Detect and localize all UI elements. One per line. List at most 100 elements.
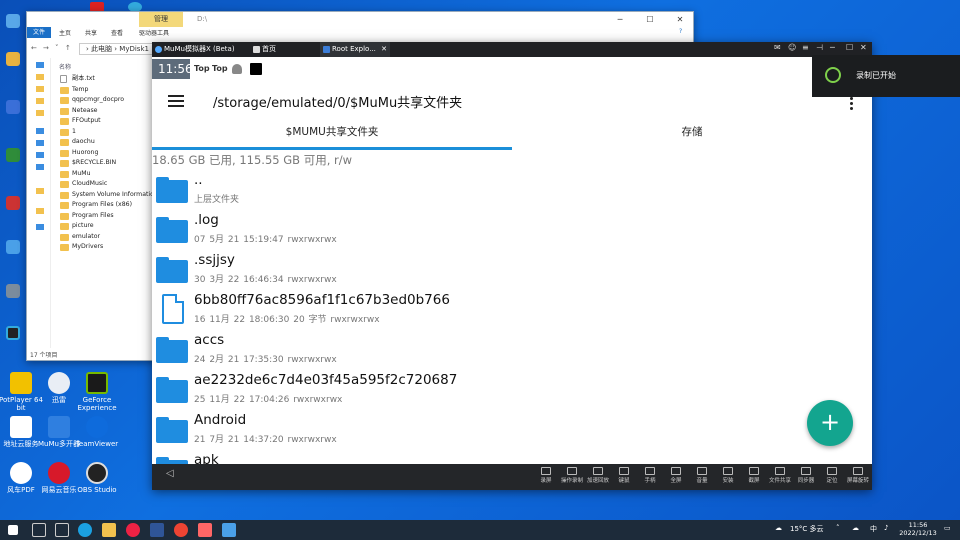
tool-install[interactable]: 安装 [715,466,741,485]
list-item[interactable]: FFOutput [59,116,158,127]
mumu-taskbar-icon[interactable] [222,523,236,537]
notification-icon[interactable]: ▭ [944,524,951,532]
network-icon[interactable] [36,224,44,230]
ribbon-tab-file[interactable]: 文件 [27,27,51,38]
weather-icon[interactable]: ☁ [775,524,782,532]
close-tab-icon[interactable]: ✕ [381,42,387,57]
task-view-icon[interactable] [55,523,69,537]
list-item[interactable]: 副本.txt [59,74,158,85]
mumu-emulator-window[interactable]: MuMu模拟器X (Beta) 首页 Root Explo... ✕ ✉ ☺ ≡… [152,42,872,490]
list-item[interactable]: ae2232de6c7d4e03f45a595f2c720687 25 11月 … [152,370,872,410]
tool-gamepad[interactable]: 手柄 [637,466,663,485]
tool-keymap[interactable]: 键鼠 [611,466,637,485]
drive-icon[interactable] [36,152,44,158]
minimize-icon[interactable]: ─ [605,12,635,27]
volume-icon[interactable]: ♪ [884,524,888,532]
forward-icon[interactable]: → [43,44,49,52]
tab-mumu-shared-folder[interactable]: $MUMU共享文件夹 [152,120,512,150]
cloud-icon[interactable]: ☁ [852,524,859,532]
list-item[interactable]: MyDrivers [59,242,158,253]
ribbon-tab-drive-tools[interactable]: 驱动器工具 [139,28,169,37]
ribbon-tab-home[interactable]: 主页 [59,28,71,37]
up-icon[interactable]: ↑ [65,44,71,52]
folder-icon[interactable] [36,74,44,80]
app-icon[interactable] [198,523,212,537]
tool-macro[interactable]: 操作录制 [559,466,585,485]
folder-icon[interactable] [6,52,20,66]
folder-icon[interactable] [36,208,44,214]
app-icon[interactable] [6,326,20,340]
app-icon[interactable] [6,240,20,254]
word-icon[interactable] [150,523,164,537]
tool-record[interactable]: 录屏 [533,466,559,485]
list-item[interactable]: System Volume Information [59,190,158,201]
weather-text[interactable]: 15°C 多云 [790,524,824,534]
list-item[interactable]: 1 [59,127,158,138]
folder-icon[interactable] [36,188,44,194]
drive-icon[interactable] [36,140,44,146]
more-options-icon[interactable] [850,97,854,112]
list-item[interactable]: CloudMusic [59,179,158,190]
this-pc-icon[interactable] [36,128,44,134]
tool-fullscreen[interactable]: 全屏 [663,466,689,485]
list-item[interactable]: $RECYCLE.BIN [59,158,158,169]
tool-location[interactable]: 定位 [819,466,845,485]
quick-access-icon[interactable] [36,62,44,68]
folder-icon[interactable] [36,110,44,116]
column-header-name[interactable]: 名称 [59,62,71,71]
list-item[interactable]: emulator [59,232,158,243]
explorer-titlebar[interactable]: 管理 D:\ ─ ☐ ✕ [27,12,693,27]
list-item[interactable]: Huorong [59,148,158,159]
chrome-icon[interactable] [126,523,140,537]
app-icon[interactable] [6,196,20,210]
minimize-icon[interactable]: ─ [830,43,835,52]
back-icon[interactable]: ◁ [166,468,174,479]
list-item[interactable]: accs 24 2月 21 17:35:30 rwxrwxrwx [152,330,872,370]
list-item[interactable]: 6bb80ff76ac8596af1f1c67b3ed0b766 16 11月 … [152,290,872,330]
pin-icon[interactable]: ⊣ [816,43,823,52]
list-item[interactable]: Netease [59,106,158,117]
menu-icon[interactable]: ≡ [802,43,809,52]
drive-icon[interactable] [36,164,44,170]
folder-icon[interactable] [36,98,44,104]
maximize-icon[interactable]: ☐ [846,43,853,52]
emulator-titlebar[interactable]: MuMu模拟器X (Beta) 首页 Root Explo... ✕ ✉ ☺ ≡… [152,42,872,57]
back-icon[interactable]: ← [31,44,37,52]
user-icon[interactable]: ☺ [788,43,796,52]
tool-volume[interactable]: 音量 [689,466,715,485]
list-item[interactable]: qqpcmgr_docpro [59,95,158,106]
system-clock[interactable]: 11:56 2022/12/13 [898,521,938,537]
list-item[interactable]: .ssjjsy 30 3月 22 16:46:34 rwxrwxrwx [152,250,872,290]
tool-replay[interactable]: 加速回放 [585,466,611,485]
tool-rotate[interactable]: 屏幕旋转 [845,466,871,485]
add-fab-button[interactable]: + [807,400,853,446]
desktop-icon-teamviewer[interactable]: TeamViewer [74,416,120,448]
help-icon[interactable]: ? [679,28,682,35]
hamburger-menu-icon[interactable] [168,95,184,107]
tray-chevron-icon[interactable]: ˄ [836,524,840,532]
ribbon-tab-view[interactable]: 查看 [111,28,123,37]
folder-icon[interactable] [36,86,44,92]
ime-indicator[interactable]: 中 [870,524,877,534]
chevron-down-icon[interactable]: ˅ [55,44,59,52]
list-item[interactable]: Android 21 7月 21 14:37:20 rwxrwxrwx [152,410,872,450]
list-item[interactable]: picture [59,221,158,232]
list-item[interactable]: Program Files (x86) [59,200,158,211]
file-explorer-icon[interactable] [102,523,116,537]
app-icon[interactable] [6,14,20,28]
tool-sync[interactable]: 同步器 [793,466,819,485]
edge-icon[interactable] [78,523,92,537]
desktop-icon-geforce[interactable]: GeForce Experience [74,372,120,412]
tab-storage[interactable]: 存储 [512,120,872,150]
list-item[interactable]: MuMu [59,169,158,180]
manage-context-tab[interactable]: 管理 [139,12,183,27]
list-item[interactable]: daochu [59,137,158,148]
tab-root-explorer[interactable]: Root Explo... ✕ [320,42,390,57]
maximize-icon[interactable]: ☐ [635,12,665,27]
desktop-icon-obs[interactable]: OBS Studio [74,462,120,494]
list-item[interactable]: .log 07 5月 21 15:19:47 rwxrwxrwx [152,210,872,250]
search-icon[interactable] [32,523,46,537]
ribbon-tab-share[interactable]: 共享 [85,28,97,37]
app-icon[interactable] [6,100,20,114]
app-icon[interactable] [6,284,20,298]
